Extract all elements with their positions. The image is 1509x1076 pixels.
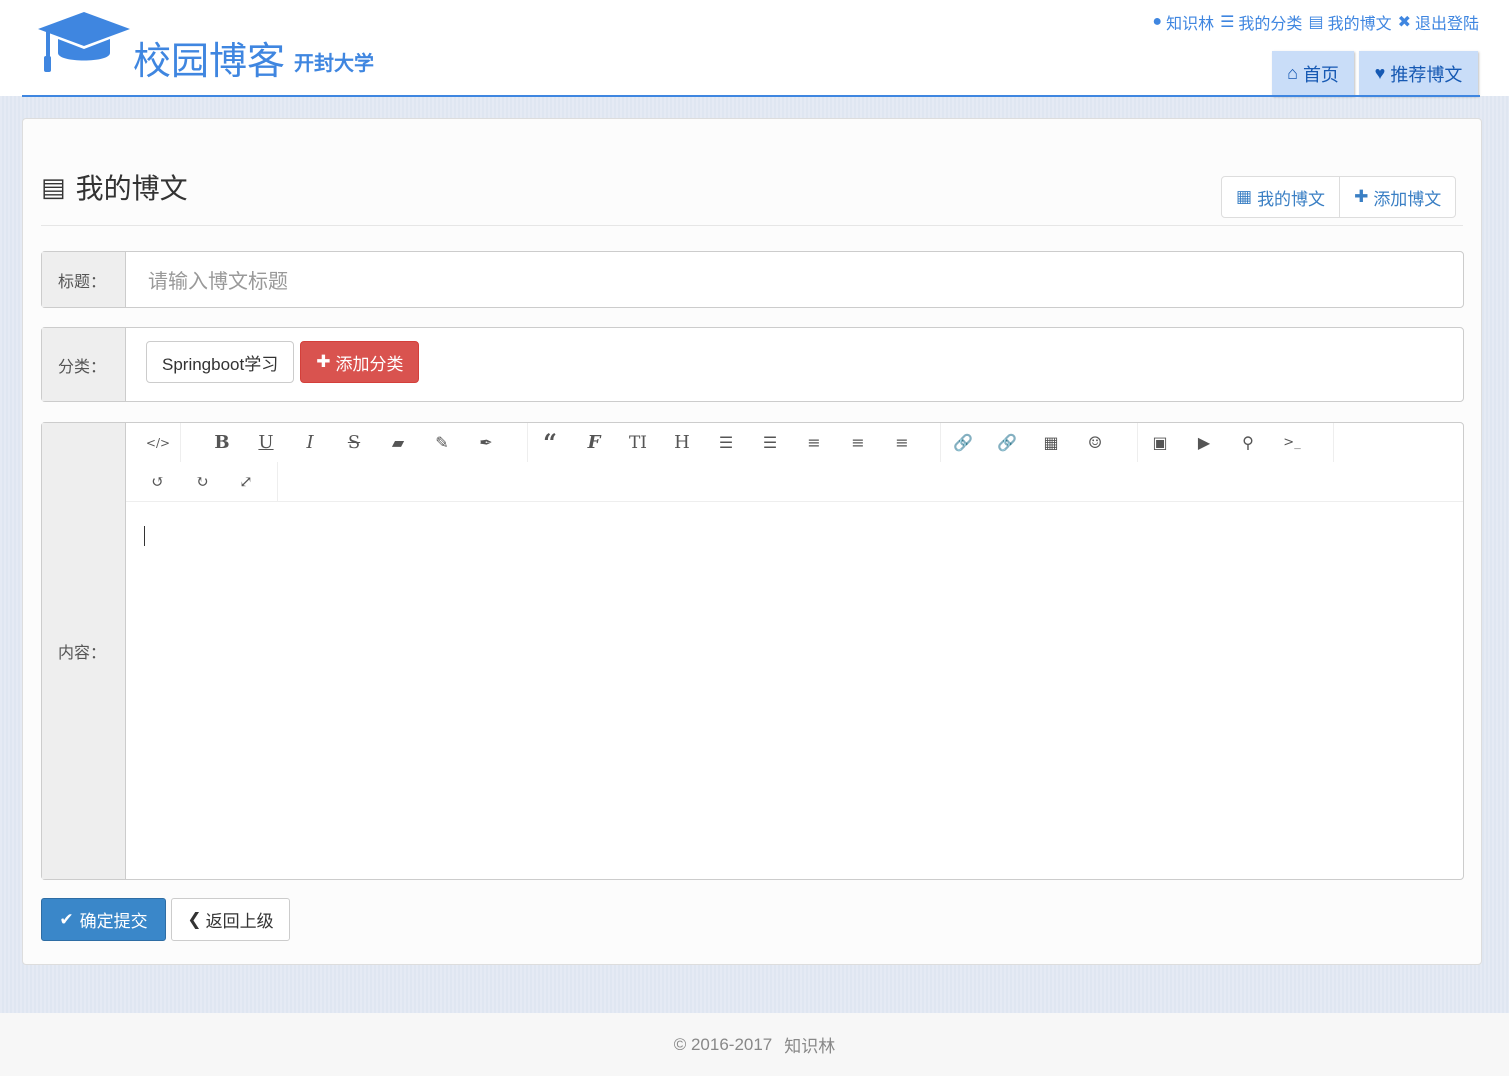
content-label: 内容： (42, 423, 126, 879)
font-icon[interactable]: F (572, 423, 616, 462)
content-row: 内容： </> B U I S ▰ ✎ ✒ “F TI H ☰ ☰ ≡ ≡ ≡ 🔗 🔗 ▦ ☺ ▣ ▶ ⚲ >_ ↺ ↻… (41, 422, 1464, 880)
footer: © 2016-2017 知识林 (0, 1013, 1509, 1076)
check-icon: ✔ (59, 909, 74, 929)
toolbar-group-insert: 🔗 🔗 ▦ ☺ (941, 423, 1138, 462)
quote-icon[interactable]: “ (528, 423, 572, 462)
map-marker-icon[interactable]: ⚲ (1226, 423, 1270, 462)
newspaper-icon: ▤ (1308, 14, 1324, 31)
main-panel: ▤ 我的博文 ▦ 我的博文 ✚ 添加博文 标题： 请输入博文标题 分类： Spring… (22, 118, 1482, 965)
submit-button[interactable]: ✔ 确定提交 (41, 898, 166, 941)
image-icon[interactable]: ▣ (1138, 423, 1182, 462)
page-title-text: 我的博文 (75, 173, 188, 204)
unlink-icon[interactable]: 🔗 (985, 423, 1029, 462)
user-name: 知识林 (1166, 16, 1215, 33)
code-icon[interactable]: </> (136, 423, 180, 462)
my-categories-link[interactable]: ☰ 我的分类 (1220, 10, 1302, 34)
header: 校园博客 开封大学 ● 知识林 ☰ 我的分类 ▤ 我的博文 ✖ 退出登陆 ⌂ 首页 ♥ 推荐… (0, 0, 1509, 96)
nav-recommended-label: 推荐博文 (1390, 64, 1463, 85)
my-categories-label: 我的分类 (1238, 16, 1303, 33)
link-icon[interactable]: 🔗 (941, 423, 985, 462)
table-icon[interactable]: ▦ (1029, 423, 1073, 462)
school-name: 开封大学 (294, 53, 374, 75)
eraser-icon[interactable]: ▰ (376, 423, 420, 462)
divider (41, 225, 1463, 226)
copyright: © 2016-2017 (673, 1034, 773, 1054)
my-posts-link[interactable]: ▤ 我的博文 (1308, 10, 1391, 34)
category-row: 分类： Springboot学习 ✚ 添加分类 (41, 327, 1464, 402)
toolbar-group-paragraph: “F TI H ☰ ☰ ≡ ≡ ≡ (528, 423, 941, 462)
user-icon: ● (1152, 13, 1163, 30)
my-posts-button-label: 我的博文 (1257, 189, 1326, 209)
redo-icon[interactable]: ↻ (180, 462, 224, 501)
underline-icon[interactable]: U (244, 423, 288, 462)
plus-icon: ✚ (316, 352, 331, 371)
add-post-button-label: 添加博文 (1373, 189, 1442, 209)
terminal-icon[interactable]: >_ (1270, 423, 1314, 462)
chevron-left-icon: ❮ (187, 909, 202, 929)
title-input[interactable]: 请输入博文标题 (126, 252, 1463, 307)
my-posts-button[interactable]: ▦ 我的博文 (1222, 177, 1339, 217)
text-cursor (144, 526, 145, 546)
toolbar-group-history: ↺ ↻ ⤢ (136, 462, 278, 501)
user-nav: ● 知识林 ☰ 我的分类 ▤ 我的博文 ✖ 退出登陆 (1152, 10, 1479, 34)
title-row: 标题： 请输入博文标题 (41, 251, 1464, 308)
toolbar-group-media: ▣ ▶ ⚲ >_ (1138, 423, 1334, 462)
brush-icon[interactable]: ✒ (464, 423, 508, 462)
page-title: ▤ 我的博文 (41, 167, 188, 207)
editor-toolbar: </> B U I S ▰ ✎ ✒ “F TI H ☰ ☰ ≡ ≡ ≡ 🔗 🔗 ▦ ☺ ▣ ▶ ⚲ >_ ↺ ↻ ⤢ (126, 423, 1463, 502)
italic-icon[interactable]: I (288, 423, 332, 462)
newspaper-icon: ▤ (41, 171, 66, 202)
plus-icon: ✚ (1354, 187, 1369, 206)
align-center-icon[interactable]: ≡ (836, 423, 880, 462)
header-divider (22, 95, 1480, 97)
toolbar-group-format: B U I S ▰ ✎ ✒ (200, 423, 528, 462)
video-icon[interactable]: ▶ (1182, 423, 1226, 462)
heading-icon[interactable]: H (660, 423, 704, 462)
title-label: 标题： (42, 252, 126, 307)
bold-icon[interactable]: B (200, 423, 244, 462)
close-circle-icon: ✖ (1397, 14, 1411, 31)
undo-icon[interactable]: ↺ (136, 462, 180, 501)
heart-icon: ♥ (1374, 63, 1386, 83)
add-category-button[interactable]: ✚ 添加分类 (300, 341, 420, 383)
content-editor-area[interactable] (126, 503, 1463, 879)
rich-text-editor: </> B U I S ▰ ✎ ✒ “F TI H ☰ ☰ ≡ ≡ ≡ 🔗 🔗 ▦ ☺ ▣ ▶ ⚲ >_ ↺ ↻ ⤢ (126, 423, 1463, 879)
user-link[interactable]: ● 知识林 (1152, 10, 1214, 34)
add-post-button[interactable]: ✚ 添加博文 (1339, 177, 1455, 217)
category-select[interactable]: Springboot学习 (146, 341, 295, 383)
th-list-icon: ▦ (1236, 187, 1253, 206)
back-button[interactable]: ❮ 返回上级 (171, 898, 290, 941)
graduation-cap-logo (38, 12, 130, 72)
strikethrough-icon[interactable]: S (332, 423, 376, 462)
emoji-icon[interactable]: ☺ (1073, 423, 1117, 462)
toolbar-group-code: </> (136, 423, 181, 462)
fullscreen-icon[interactable]: ⤢ (224, 462, 268, 501)
home-icon: ⌂ (1287, 63, 1298, 83)
back-label: 返回上级 (205, 912, 274, 931)
nav-home[interactable]: ⌂ 首页 (1272, 51, 1354, 96)
nav-recommended[interactable]: ♥ 推荐博文 (1359, 51, 1478, 96)
align-left-icon[interactable]: ≡ (792, 423, 836, 462)
pencil-icon[interactable]: ✎ (420, 423, 464, 462)
list-icon: ☰ (1220, 14, 1235, 31)
post-actions: ▦ 我的博文 ✚ 添加博文 (1221, 176, 1457, 218)
font-size-icon[interactable]: TI (616, 423, 660, 462)
brand-title[interactable]: 校园博客 (133, 30, 285, 85)
unordered-list-icon[interactable]: ☰ (704, 423, 748, 462)
nav-home-label: 首页 (1302, 64, 1339, 85)
my-posts-label: 我的博文 (1327, 16, 1392, 33)
ordered-list-icon[interactable]: ☰ (748, 423, 792, 462)
logout-link[interactable]: ✖ 退出登陆 (1398, 10, 1479, 34)
footer-author: 知识林 (784, 1037, 836, 1056)
align-right-icon[interactable]: ≡ (880, 423, 924, 462)
logout-label: 退出登陆 (1414, 16, 1479, 33)
submit-label: 确定提交 (79, 912, 148, 931)
category-label: 分类： (42, 328, 126, 401)
add-category-label: 添加分类 (335, 354, 404, 374)
